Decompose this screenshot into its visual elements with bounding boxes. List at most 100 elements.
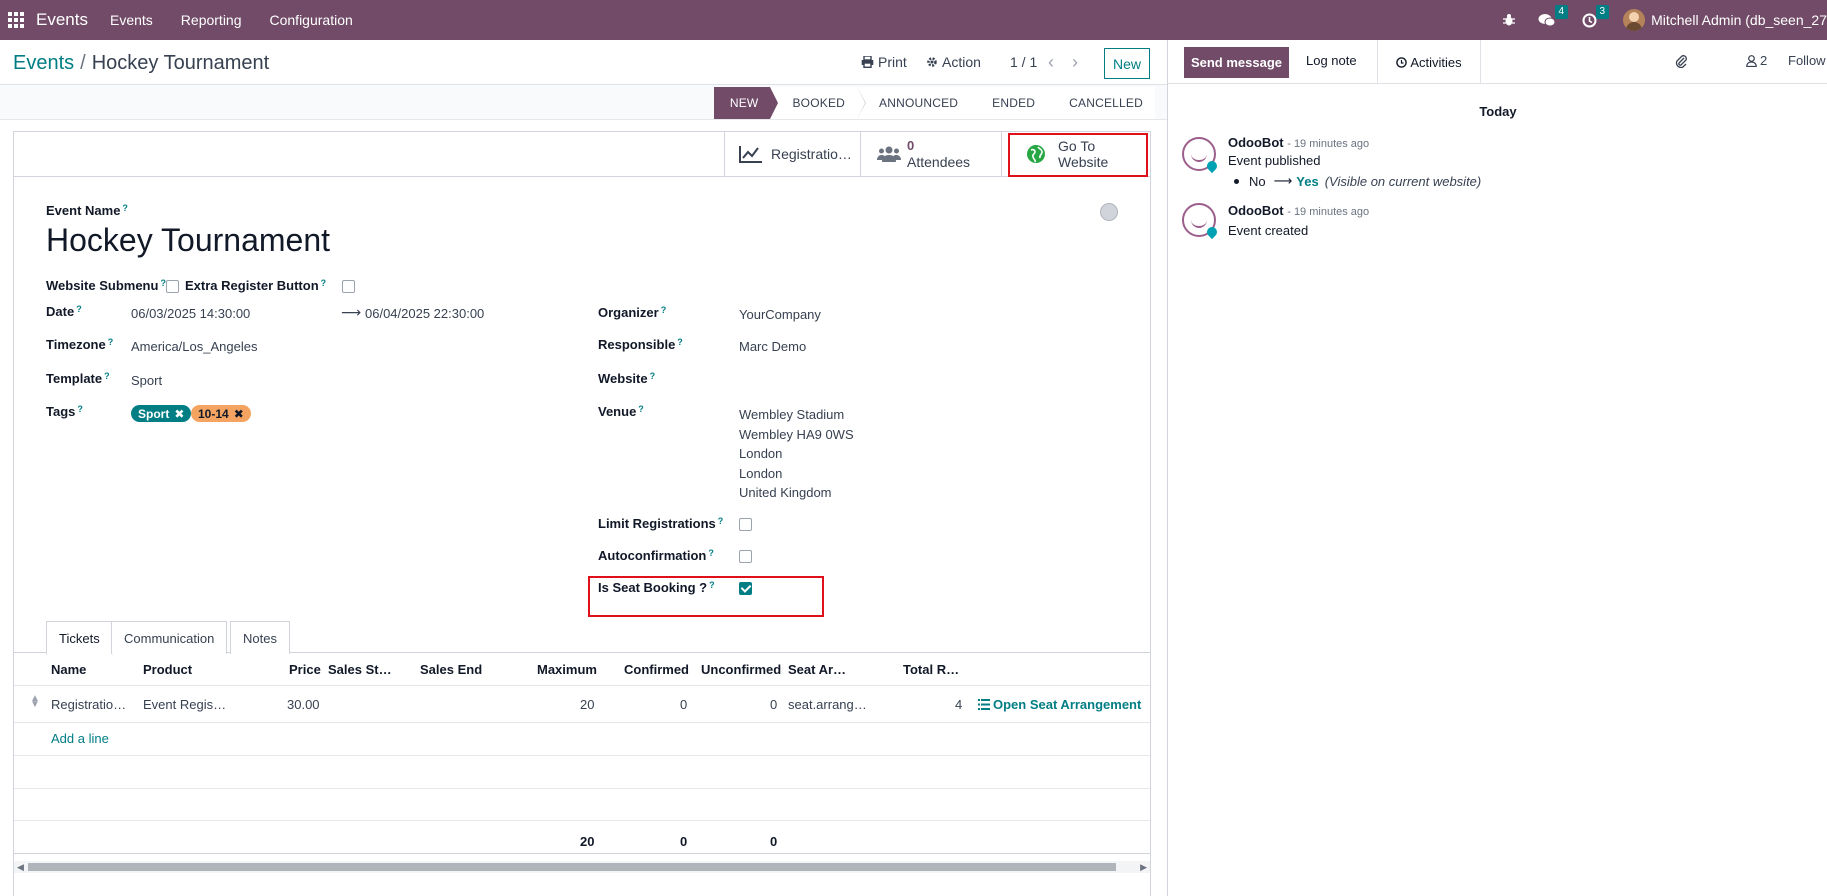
add-a-line-link[interactable]: Add a line: [51, 731, 109, 746]
kanban-state-circle[interactable]: [1100, 203, 1118, 221]
send-message-button[interactable]: Send message: [1184, 47, 1289, 78]
stage-booked[interactable]: BOOKED: [770, 87, 867, 119]
user-avatar[interactable]: [1623, 9, 1646, 31]
total-confirmed: 0: [680, 834, 688, 849]
tag-sport[interactable]: Sport ✖: [131, 405, 192, 422]
new-button[interactable]: New: [1104, 48, 1150, 79]
column-header-sales-end[interactable]: Sales End: [420, 662, 482, 677]
column-header-seat-arrangement[interactable]: Seat Ar…: [788, 662, 846, 677]
messages-icon[interactable]: 4: [1538, 4, 1569, 28]
tag-10-14[interactable]: 10-14 ✖: [191, 405, 251, 422]
message-time: - 19 minutes ago: [1287, 138, 1370, 150]
menu-reporting[interactable]: Reporting: [181, 12, 242, 28]
website-label: Website?: [598, 371, 656, 386]
date-begin-field[interactable]: 06/03/2025 14:30:00: [131, 306, 250, 321]
attendees-smart-button[interactable]: 0 Attendees: [860, 132, 1001, 176]
activities-clock-icon[interactable]: 3: [1582, 4, 1610, 28]
row-divider: [14, 820, 1150, 821]
followers-button[interactable]: 2: [1746, 53, 1767, 68]
limit-registrations-checkbox[interactable]: [739, 518, 752, 531]
column-header-unconfirmed[interactable]: Unconfirmed: [701, 662, 781, 677]
ticket-confirmed-cell: 0: [680, 697, 688, 712]
follow-button[interactable]: Follow: [1788, 53, 1826, 68]
user-menu[interactable]: Mitchell Admin (db_seen_27: [1651, 12, 1827, 28]
pager-previous-icon[interactable]: ‹: [1048, 52, 1054, 73]
tab-notes[interactable]: Notes: [230, 621, 290, 654]
column-header-product[interactable]: Product: [143, 662, 192, 677]
drag-handle-icon[interactable]: ▲ ▼: [30, 694, 40, 710]
activities-label: Activities: [1410, 54, 1462, 70]
column-header-maximum[interactable]: Maximum: [537, 662, 597, 677]
action-button[interactable]: Action: [926, 54, 981, 70]
tag-remove-icon[interactable]: ✖: [174, 407, 184, 421]
message-author: OdooBot - 19 minutes ago: [1228, 203, 1370, 218]
menu-configuration[interactable]: Configuration: [270, 12, 353, 28]
stage-new[interactable]: NEW: [713, 87, 779, 119]
date-label: Date?: [46, 304, 82, 319]
tab-communication[interactable]: Communication: [111, 621, 228, 654]
total-maximum: 20: [580, 834, 595, 849]
print-button[interactable]: Print: [861, 54, 907, 70]
action-label: Action: [942, 54, 981, 70]
debug-bug-icon[interactable]: [1502, 13, 1516, 27]
breadcrumb-current: Hockey Tournament: [91, 52, 270, 74]
autoconfirmation-checkbox[interactable]: [739, 550, 752, 563]
attachment-paperclip-icon[interactable]: [1675, 53, 1687, 68]
scrollbar-thumb[interactable]: [28, 863, 1116, 871]
message-body: Event published: [1228, 153, 1321, 168]
tags-label: Tags?: [46, 404, 83, 419]
tab-tickets[interactable]: Tickets: [46, 621, 113, 655]
scroll-left-icon[interactable]: ◀: [17, 861, 24, 873]
tracking-new-value: Yes: [1296, 173, 1319, 189]
venue-line: United Kingdom: [739, 485, 832, 500]
date-end-field[interactable]: 06/04/2025 22:30:00: [365, 306, 484, 321]
activities-button[interactable]: Activities: [1377, 40, 1481, 84]
template-field[interactable]: Sport: [131, 373, 162, 388]
ticket-name-cell[interactable]: Registratio…: [51, 697, 126, 712]
registrations-smart-button[interactable]: Registratio…: [724, 132, 860, 176]
apps-grid-icon[interactable]: [8, 12, 24, 28]
extra-register-checkbox[interactable]: [342, 280, 355, 293]
tag-remove-icon[interactable]: ✖: [234, 407, 244, 421]
website-submenu-label: Website Submenu?: [46, 278, 166, 293]
odoobot-avatar[interactable]: [1182, 203, 1216, 237]
stage-ended[interactable]: ENDED: [970, 87, 1056, 119]
stage-announced-label: ANNOUNCED: [879, 96, 959, 110]
ticket-price-cell[interactable]: 30.00: [287, 697, 320, 712]
message-author: OdooBot - 19 minutes ago: [1228, 135, 1370, 150]
timezone-field[interactable]: America/Los_Angeles: [131, 339, 257, 354]
venue-address[interactable]: Wembley Stadium Wembley HA9 0WS London L…: [739, 405, 854, 503]
responsible-field[interactable]: Marc Demo: [739, 339, 806, 354]
gear-icon: [927, 57, 937, 67]
ticket-seat-cell[interactable]: seat.arrang…: [788, 697, 867, 712]
event-name-field[interactable]: Hockey Tournament: [46, 222, 330, 259]
website-field[interactable]: [739, 371, 1039, 389]
pager-next-icon[interactable]: ›: [1072, 52, 1078, 73]
clock-icon: [1396, 56, 1408, 68]
column-header-confirmed[interactable]: Confirmed: [624, 662, 689, 677]
menu-events[interactable]: Events: [110, 12, 153, 28]
ticket-maximum-cell[interactable]: 20: [580, 697, 594, 712]
stage-cancelled[interactable]: CANCELLED: [1047, 87, 1155, 119]
ticket-product-cell[interactable]: Event Regis…: [143, 697, 226, 712]
app-name[interactable]: Events: [36, 10, 88, 30]
line-chart-icon: [739, 146, 762, 163]
horizontal-scrollbar[interactable]: ◀ ▶: [14, 861, 1150, 873]
statusbar-area: NEW BOOKED ANNOUNCED ENDED CANCELLED: [0, 85, 1167, 120]
organizer-field[interactable]: YourCompany: [739, 307, 821, 322]
column-header-sales-start[interactable]: Sales St…: [328, 662, 392, 677]
column-header-name[interactable]: Name: [51, 662, 86, 677]
odoobot-avatar[interactable]: [1182, 137, 1216, 171]
column-header-total-registrations[interactable]: Total R…: [903, 662, 959, 677]
scroll-right-icon[interactable]: ▶: [1140, 861, 1147, 873]
seat-booking-highlight: [588, 576, 824, 617]
open-seat-arrangement-button[interactable]: Open Seat Arrangement: [978, 697, 1141, 712]
column-header-price[interactable]: Price: [289, 662, 321, 677]
website-submenu-checkbox[interactable]: [166, 280, 179, 293]
stage-announced[interactable]: ANNOUNCED: [857, 87, 979, 119]
totals-divider: [14, 853, 1150, 854]
tracking-old-value: No: [1249, 173, 1266, 189]
breadcrumb-events-link[interactable]: Events: [13, 52, 74, 74]
log-note-button[interactable]: Log note: [1306, 53, 1357, 68]
pager-value[interactable]: 1 / 1: [1010, 54, 1037, 70]
